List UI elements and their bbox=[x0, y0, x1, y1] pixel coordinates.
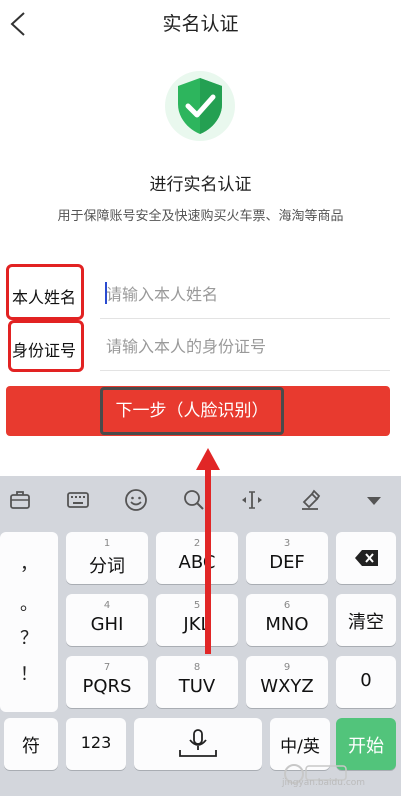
next-button-label: 下一步（人脸识别） bbox=[115, 401, 269, 421]
briefcase-icon[interactable] bbox=[8, 488, 32, 512]
symbol-key[interactable]: 。 bbox=[0, 590, 58, 616]
microphone-icon bbox=[179, 729, 217, 757]
section-subtitle: 用于保障账号安全及快速购买火车票、海淘等商品 bbox=[57, 209, 344, 224]
backspace-key[interactable] bbox=[336, 532, 396, 584]
zero-key[interactable]: 0 bbox=[336, 656, 396, 708]
symbol-key[interactable]: ， bbox=[0, 550, 58, 576]
numbers-key[interactable]: 123 bbox=[66, 718, 126, 770]
divider bbox=[100, 370, 390, 371]
watermark-logo bbox=[284, 764, 347, 784]
clear-key[interactable]: 清空 bbox=[336, 594, 396, 646]
key-7[interactable]: 7 PQRS bbox=[66, 656, 148, 708]
id-label: 身份证号 bbox=[12, 341, 77, 360]
name-label: 本人姓名 bbox=[12, 288, 77, 307]
key-8[interactable]: 8 TUV bbox=[156, 656, 238, 708]
cursor-move-icon[interactable] bbox=[240, 488, 264, 512]
id-number-input[interactable] bbox=[106, 334, 376, 358]
shield-check-icon bbox=[165, 71, 235, 141]
text-cursor bbox=[105, 282, 107, 304]
key-9[interactable]: 9 WXYZ bbox=[246, 656, 328, 708]
chevron-left-icon[interactable] bbox=[6, 10, 32, 38]
clipboard-icon[interactable] bbox=[298, 488, 322, 512]
emoji-icon[interactable] bbox=[124, 488, 148, 512]
key-6[interactable]: 6 MNO bbox=[246, 594, 328, 646]
space-mic-key[interactable] bbox=[134, 718, 262, 770]
key-4[interactable]: 4 GHI bbox=[66, 594, 148, 646]
section-heading: 进行实名认证 bbox=[149, 175, 252, 195]
keyboard-icon[interactable] bbox=[66, 488, 90, 512]
backspace-icon bbox=[355, 550, 378, 566]
divider bbox=[100, 318, 390, 319]
symbol-key[interactable]: ！ bbox=[0, 660, 58, 686]
chevron-down-icon[interactable] bbox=[362, 488, 386, 512]
key-1[interactable]: 1 分词 bbox=[66, 532, 148, 584]
name-input[interactable] bbox=[106, 282, 376, 306]
key-3[interactable]: 3 DEF bbox=[246, 532, 328, 584]
annotation-arrow bbox=[196, 448, 220, 654]
page-title: 实名认证 bbox=[162, 13, 239, 35]
symbol-key[interactable]: ？ bbox=[0, 624, 58, 650]
symbols-key[interactable]: 符 bbox=[4, 718, 58, 770]
watermark-text: jingyan.baidu.com bbox=[282, 778, 366, 788]
